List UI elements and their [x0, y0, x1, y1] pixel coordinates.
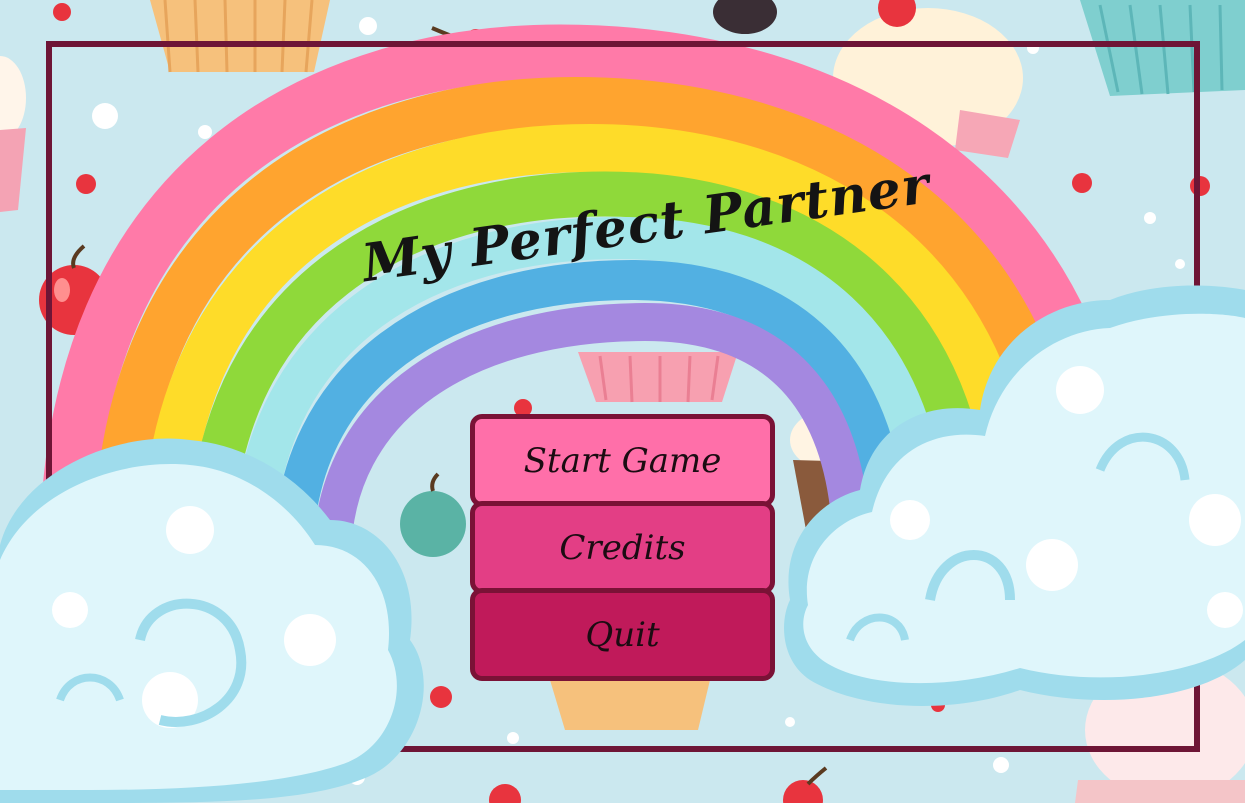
background-illustration — [0, 0, 1245, 803]
quit-label: Quit — [585, 614, 660, 655]
cupcake-bottom-middle — [550, 680, 710, 730]
start-game-label: Start Game — [523, 440, 722, 481]
cupcake-middle — [578, 352, 738, 403]
cupcake-top-left — [150, 0, 330, 73]
main-menu: Start Game Credits Quit — [470, 414, 775, 681]
quit-button[interactable]: Quit — [470, 588, 775, 681]
start-game-button[interactable]: Start Game — [470, 414, 775, 507]
credits-button[interactable]: Credits — [470, 501, 775, 594]
main-menu-screen: My Perfect Partner Start Game Credits Qu… — [0, 0, 1245, 803]
credits-label: Credits — [559, 527, 686, 568]
